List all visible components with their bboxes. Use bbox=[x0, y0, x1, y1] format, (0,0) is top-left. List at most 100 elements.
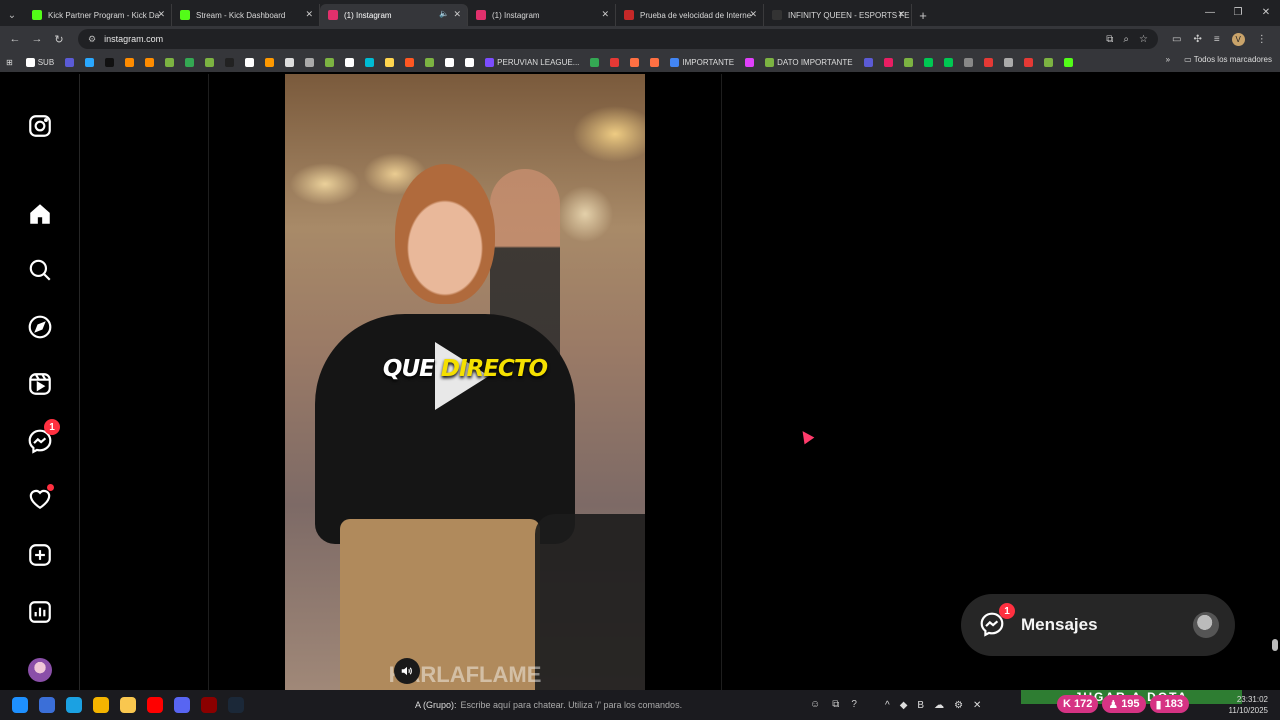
profile-avatar[interactable] bbox=[24, 654, 56, 686]
create-icon[interactable] bbox=[24, 539, 56, 571]
profile-icon[interactable]: V bbox=[1231, 32, 1245, 46]
tab-search-button[interactable]: ⌄ bbox=[0, 4, 24, 26]
bookmark-item[interactable] bbox=[1061, 57, 1076, 67]
zoom-icon[interactable]: ⌕ bbox=[1123, 34, 1129, 45]
forward-button[interactable]: → bbox=[26, 28, 48, 50]
messenger-icon[interactable]: 1 bbox=[24, 419, 60, 457]
bookmark-item[interactable] bbox=[1041, 57, 1056, 67]
explore-icon[interactable] bbox=[24, 311, 56, 343]
bookmark-item[interactable] bbox=[202, 57, 217, 67]
tray-xbox-icon[interactable]: ✕ bbox=[973, 700, 981, 711]
instagram-logo-icon[interactable] bbox=[24, 110, 56, 142]
bookmark-item[interactable] bbox=[342, 57, 357, 67]
address-bar[interactable]: ⚙ instagram.com ⧉ ⌕ ☆ bbox=[78, 29, 1158, 49]
taskbar-app-chrome[interactable] bbox=[87, 690, 114, 720]
bookmark-star-icon[interactable]: ☆ bbox=[1139, 34, 1148, 45]
bookmark-item[interactable] bbox=[302, 57, 317, 67]
bookmark-item[interactable] bbox=[282, 57, 297, 67]
media-icon[interactable]: ≡ bbox=[1214, 34, 1220, 45]
bookmark-item[interactable]: SUB bbox=[23, 57, 57, 67]
maximize-button[interactable]: ❐ bbox=[1224, 0, 1252, 24]
bookmark-item[interactable] bbox=[102, 57, 117, 67]
reel-video[interactable]: QUE DIRECTO KARLAFLAME bbox=[285, 74, 645, 690]
chat-input-placeholder[interactable]: Escribe aquí para chatear. Utiliza '/' p… bbox=[461, 700, 683, 710]
clock[interactable]: 23:31:02 11/10/2025 bbox=[1229, 694, 1268, 716]
taskbar-app-discord[interactable] bbox=[168, 690, 195, 720]
bookmark-item[interactable] bbox=[402, 57, 417, 67]
audio-toggle-icon[interactable] bbox=[394, 658, 420, 684]
extensions-icon[interactable]: ✣ bbox=[1193, 34, 1201, 45]
tray-net-icon[interactable]: ☁ bbox=[934, 700, 944, 711]
back-button[interactable]: ← bbox=[4, 28, 26, 50]
tray-chevron-icon[interactable]: ^ bbox=[885, 700, 890, 711]
bookmark-item[interactable] bbox=[242, 57, 257, 67]
new-tab-button[interactable]: + bbox=[912, 4, 934, 26]
all-bookmarks[interactable]: ▭ Todos los marcadores bbox=[1184, 55, 1272, 64]
bookmark-item[interactable] bbox=[881, 57, 896, 67]
more-bookmarks-icon[interactable]: » bbox=[1166, 55, 1170, 64]
bookmark-item[interactable] bbox=[322, 57, 337, 67]
bookmark-item[interactable] bbox=[921, 57, 936, 67]
bookmark-item[interactable] bbox=[162, 57, 177, 67]
bookmark-item[interactable] bbox=[647, 57, 662, 67]
bookmark-item[interactable]: IMPORTANTE bbox=[667, 57, 737, 67]
open-in-app-icon[interactable]: ⧉ bbox=[1106, 34, 1113, 45]
bookmark-item[interactable] bbox=[382, 57, 397, 67]
notifications-icon[interactable] bbox=[24, 482, 56, 514]
bookmark-item[interactable] bbox=[462, 57, 477, 67]
taskbar-app-youtube[interactable] bbox=[141, 690, 168, 720]
tray-b-icon[interactable]: B bbox=[917, 700, 924, 711]
tray-app-icon[interactable]: ◆ bbox=[900, 700, 908, 711]
bookmark-item[interactable] bbox=[1021, 57, 1036, 67]
browser-tab[interactable]: Stream - Kick Dashboard ✕ bbox=[172, 4, 320, 26]
home-icon[interactable] bbox=[24, 198, 56, 230]
bookmark-item[interactable] bbox=[961, 57, 976, 67]
dashboard-icon[interactable] bbox=[24, 596, 56, 628]
messages-button[interactable]: 1 Mensajes bbox=[961, 594, 1235, 656]
taskbar-app-edge[interactable] bbox=[60, 690, 87, 720]
browser-tab[interactable]: (1) Instagram 🔈 ✕ bbox=[320, 4, 468, 26]
bookmark-item[interactable] bbox=[742, 57, 757, 67]
bookmark-item[interactable] bbox=[182, 57, 197, 67]
bookmark-item[interactable] bbox=[122, 57, 137, 67]
bookmark-item[interactable] bbox=[861, 57, 876, 67]
bookmark-item[interactable] bbox=[442, 57, 457, 67]
bookmark-item[interactable] bbox=[362, 57, 377, 67]
screenshot-icon[interactable]: ⧉ bbox=[832, 699, 839, 710]
browser-tab[interactable]: INFINITY QUEEN - ESPORTS FE ✕ bbox=[764, 4, 912, 26]
reels-icon[interactable] bbox=[24, 368, 56, 400]
bookmark-item[interactable] bbox=[941, 57, 956, 67]
bookmark-item[interactable] bbox=[142, 57, 157, 67]
browser-tab[interactable]: Kick Partner Program - Kick Da ✕ bbox=[24, 4, 172, 26]
bookmark-item[interactable] bbox=[627, 57, 642, 67]
taskbar-app-app-2[interactable] bbox=[33, 690, 60, 720]
taskbar-app-windows-start[interactable] bbox=[6, 690, 33, 720]
bookmark-item[interactable] bbox=[422, 57, 437, 67]
reload-button[interactable]: ↻ bbox=[48, 28, 70, 50]
tab-close-icon[interactable]: ✕ bbox=[157, 9, 165, 20]
tab-close-icon[interactable]: ✕ bbox=[305, 9, 313, 20]
bookmark-item[interactable] bbox=[82, 57, 97, 67]
tab-close-icon[interactable]: ✕ bbox=[601, 9, 609, 20]
taskbar-app-explorer[interactable] bbox=[114, 690, 141, 720]
cast-icon[interactable]: ▭ bbox=[1172, 34, 1181, 45]
game-chat-line[interactable]: A (Grupo): Escribe aquí para chatear. Ut… bbox=[415, 690, 682, 720]
taskbar-app-steam[interactable] bbox=[222, 690, 249, 720]
bookmark-item[interactable]: PERUVIAN LEAGUE... bbox=[482, 57, 582, 67]
tab-audio-icon[interactable]: 🔈 bbox=[439, 9, 449, 18]
bookmark-item[interactable] bbox=[262, 57, 277, 67]
menu-icon[interactable]: ⋮ bbox=[1257, 34, 1267, 45]
site-info-icon[interactable]: ⚙ bbox=[88, 34, 96, 45]
bookmark-item[interactable] bbox=[981, 57, 996, 67]
bookmark-item[interactable] bbox=[607, 57, 622, 67]
close-window-button[interactable]: ✕ bbox=[1252, 0, 1280, 24]
taskbar-app-app-8[interactable] bbox=[195, 690, 222, 720]
bookmark-item[interactable]: DATO IMPORTANTE bbox=[762, 57, 855, 67]
browser-tab[interactable]: Prueba de velocidad de Interne ✕ bbox=[616, 4, 764, 26]
bookmark-item[interactable] bbox=[1001, 57, 1016, 67]
bookmark-item[interactable] bbox=[62, 57, 77, 67]
bookmark-item[interactable] bbox=[222, 57, 237, 67]
tab-close-icon[interactable]: ✕ bbox=[749, 9, 757, 20]
bookmark-item[interactable] bbox=[901, 57, 916, 67]
browser-tab[interactable]: (1) Instagram ✕ bbox=[468, 4, 616, 26]
